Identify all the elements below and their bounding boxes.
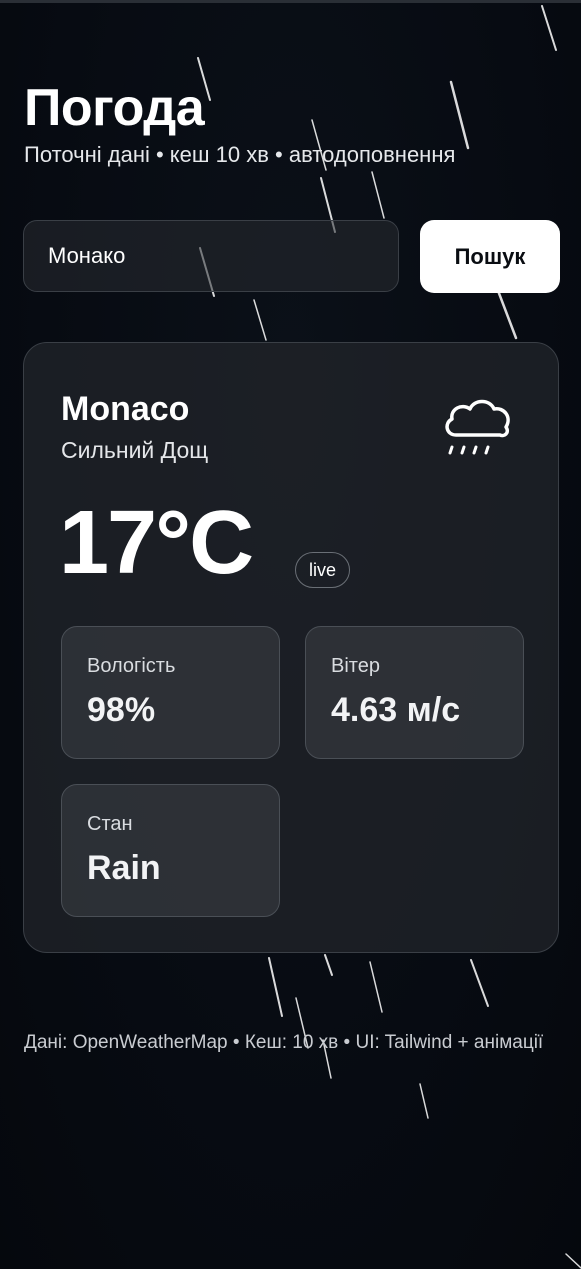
condition-stat: Стан Rain — [61, 784, 280, 917]
page-subtitle: Поточні дані • кеш 10 хв • автодоповненн… — [24, 142, 456, 167]
humidity-stat: Вологість 98% — [61, 626, 280, 759]
top-border — [0, 0, 581, 3]
stat-value: 4.63 м/с — [331, 691, 461, 729]
stat-label: Вітер — [331, 655, 380, 677]
stat-value: Rain — [87, 849, 161, 887]
stat-label: Стан — [87, 813, 133, 835]
weather-card: Monaco Сильний Дощ 17°C live Вологість 9… — [23, 342, 559, 953]
temperature: 17°C — [59, 493, 254, 593]
footer-credits: Дані: OpenWeatherMap • Кеш: 10 хв • UI: … — [24, 1032, 544, 1053]
city-name: Monaco — [61, 390, 190, 428]
cloud-rain-icon — [445, 399, 510, 455]
stat-value: 98% — [87, 691, 156, 729]
search-button[interactable]: Пошук — [420, 220, 560, 293]
weather-page: Погода Поточні дані • кеш 10 хв • автодо… — [0, 0, 581, 1269]
stat-label: Вологість — [87, 655, 176, 677]
page-title: Погода — [24, 79, 205, 137]
weather-condition: Сильний Дощ — [61, 437, 209, 463]
live-badge: live — [295, 552, 350, 588]
city-search-input[interactable] — [23, 220, 399, 292]
wind-stat: Вітер 4.63 м/с — [305, 626, 524, 759]
